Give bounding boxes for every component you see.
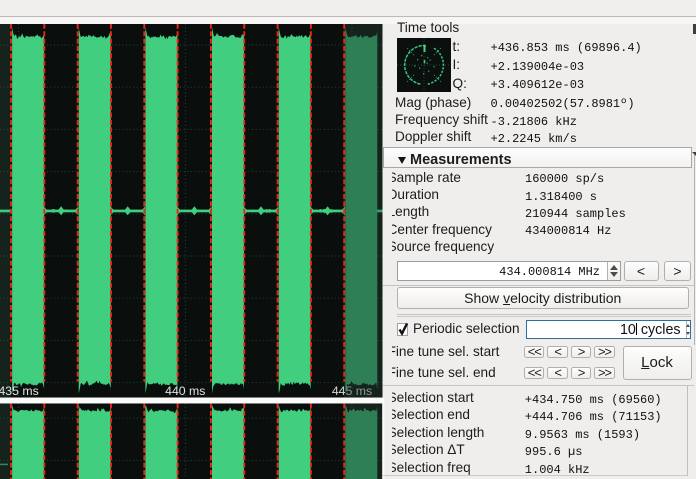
svg-text:440 ms: 440 ms — [165, 384, 205, 398]
svg-text:435 ms: 435 ms — [0, 384, 39, 398]
svg-text:445 ms: 445 ms — [332, 384, 372, 398]
